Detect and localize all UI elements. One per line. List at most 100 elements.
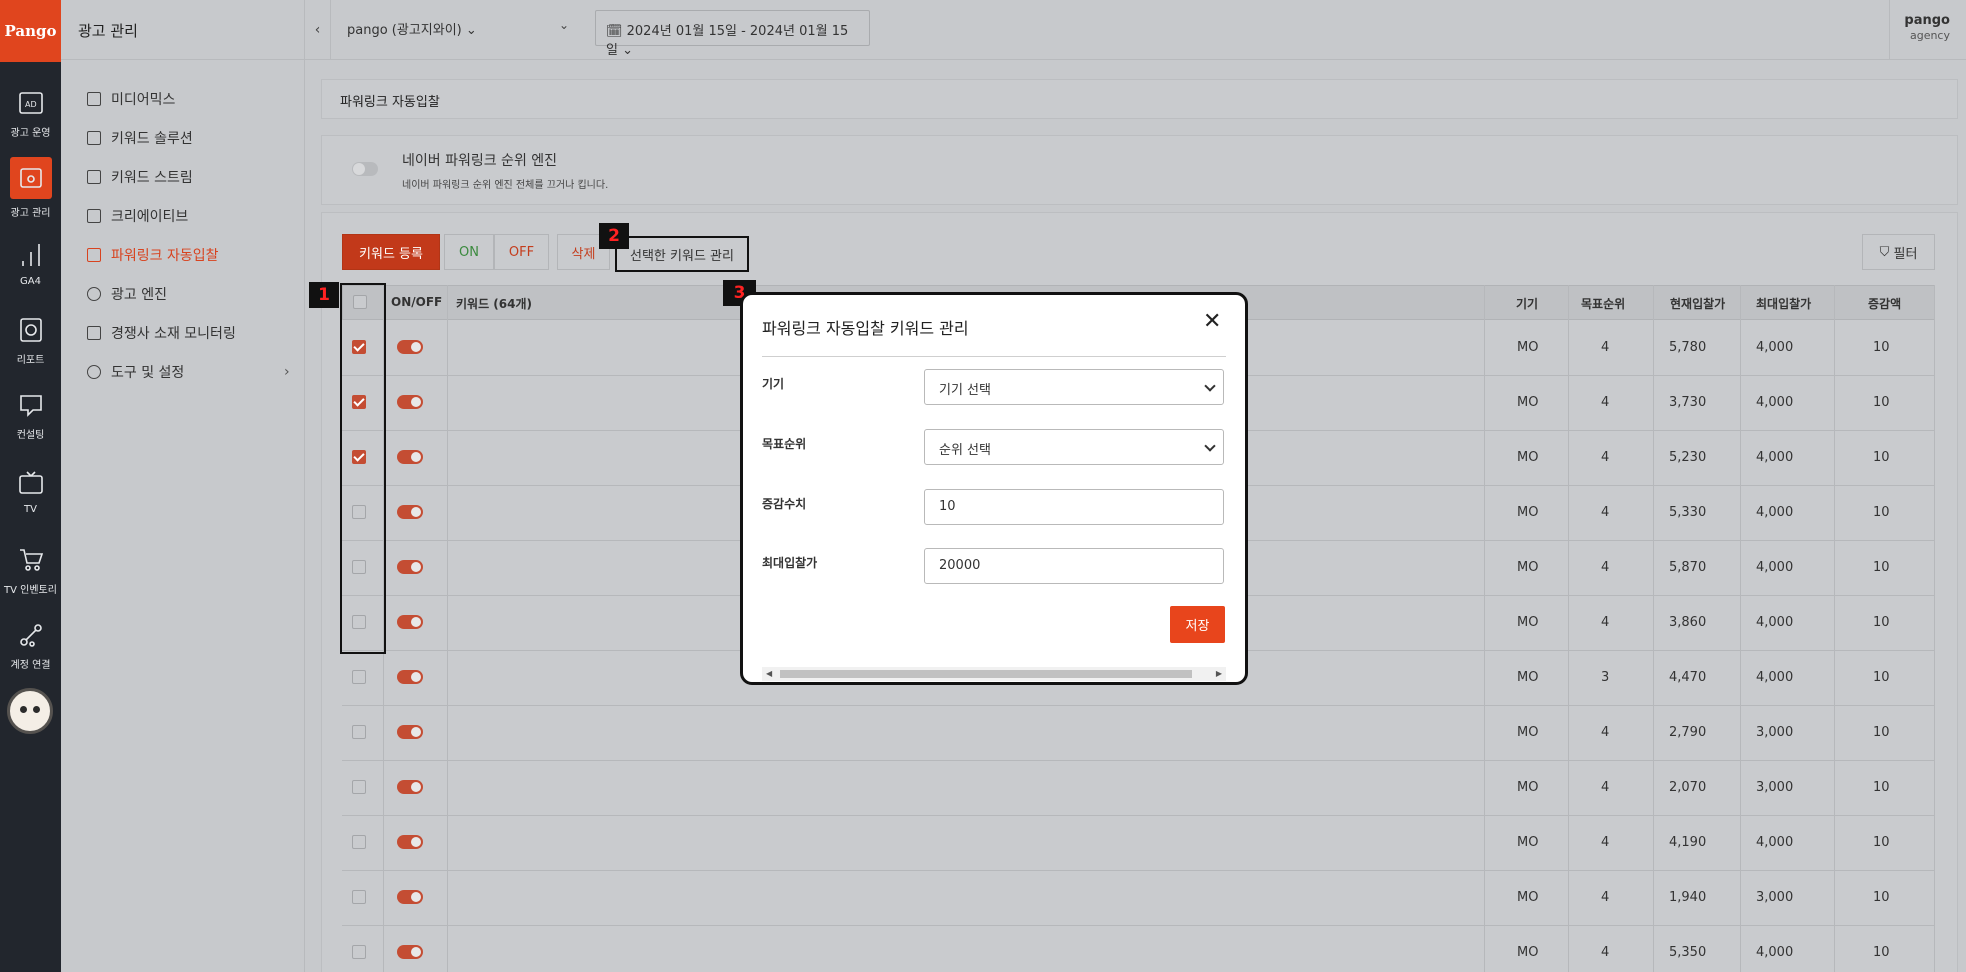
cell-increment: 10 xyxy=(1873,670,1890,685)
increment-label: 증감수치 xyxy=(762,497,807,511)
rail-item-ad-ops[interactable]: AD 광고 운영 xyxy=(0,88,61,139)
app-logo[interactable]: Pango xyxy=(0,0,61,62)
cell-device: MO xyxy=(1517,945,1539,960)
scroll-left-icon[interactable]: ◀ xyxy=(766,667,772,681)
cell-increment: 10 xyxy=(1873,450,1890,465)
rail-item-account-link[interactable]: 계정 연결 xyxy=(0,620,61,671)
rail-item-consulting[interactable]: 컨설팅 xyxy=(0,390,61,441)
rail-item-ga4[interactable]: GA4 xyxy=(0,240,61,287)
cell-max-bid: 3,000 xyxy=(1756,725,1794,740)
row-onoff-toggle[interactable] xyxy=(397,395,423,409)
cell-increment: 10 xyxy=(1873,560,1890,575)
table-row[interactable]: MO 4 4,190 4,000 10 xyxy=(342,816,1935,871)
engine-panel: 네이버 파워링크 순위 엔진 네이버 파워링크 순위 엔진 전체를 끄거나 킵니… xyxy=(321,135,1958,205)
engine-desc: 네이버 파워링크 순위 엔진 전체를 끄거나 킵니다. xyxy=(402,180,609,191)
side-item-tools-settings[interactable]: 도구 및 설정 › xyxy=(87,362,297,382)
cell-current-bid: 5,780 xyxy=(1669,340,1707,355)
table-row[interactable]: MO 4 2,790 3,000 10 xyxy=(342,706,1935,761)
row-onoff-toggle[interactable] xyxy=(397,890,423,904)
row-onoff-toggle[interactable] xyxy=(397,725,423,739)
analytics-icon xyxy=(16,240,46,270)
row-onoff-toggle[interactable] xyxy=(397,835,423,849)
chevron-down-icon[interactable]: ⌄ xyxy=(559,18,569,32)
table-row[interactable]: MO 4 5,350 4,000 10 xyxy=(342,926,1935,972)
keyword-manage-modal: 파워링크 자동입찰 키워드 관리 ✕ 기기 기기 선택 목표순위 순위 선택 증… xyxy=(740,292,1248,685)
cell-current-bid: 5,330 xyxy=(1669,505,1707,520)
date-range-picker[interactable]: 🗓 2024년 01월 15일 - 2024년 01월 15일 ⌄ xyxy=(595,10,870,58)
ad-icon: AD xyxy=(16,88,46,118)
side-item-keyword-stream[interactable]: 키워드 스트림 xyxy=(87,167,193,187)
user-avatar[interactable] xyxy=(7,688,53,734)
max-bid-label: 최대입찰가 xyxy=(762,556,818,570)
side-item-keyword-solution[interactable]: 키워드 솔루션 xyxy=(87,128,193,148)
side-item-powerlink-autobid[interactable]: 파워링크 자동입찰 xyxy=(87,245,219,265)
rail-item-tv-inventory[interactable]: TV 인벤토리 xyxy=(0,545,61,596)
cell-max-bid: 3,000 xyxy=(1756,780,1794,795)
cell-max-bid: 4,000 xyxy=(1756,945,1794,960)
row-checkbox[interactable] xyxy=(352,890,366,904)
engine-toggle[interactable] xyxy=(352,162,378,176)
ad-settings-icon xyxy=(9,157,52,199)
row-onoff-toggle[interactable] xyxy=(397,615,423,629)
calendar-icon xyxy=(87,92,101,106)
cell-increment: 10 xyxy=(1873,780,1890,795)
cell-target-rank: 4 xyxy=(1601,615,1610,630)
row-checkbox[interactable] xyxy=(352,670,366,684)
on-button[interactable]: ON xyxy=(444,234,494,270)
modal-divider xyxy=(762,356,1226,357)
manage-selected-button[interactable]: 선택한 키워드 관리 xyxy=(615,236,749,272)
keyword-search-icon xyxy=(87,131,101,145)
cell-current-bid: 5,350 xyxy=(1669,945,1707,960)
side-item-media-mix[interactable]: 미디어믹스 xyxy=(87,89,175,109)
scroll-right-icon[interactable]: ▶ xyxy=(1216,667,1222,681)
row-checkbox[interactable] xyxy=(352,835,366,849)
side-item-label: 미디어믹스 xyxy=(111,92,176,108)
side-item-ad-engine[interactable]: 광고 엔진 xyxy=(87,284,167,304)
filter-button[interactable]: ⛉ 필터 xyxy=(1862,234,1935,270)
row-onoff-toggle[interactable] xyxy=(397,340,423,354)
modal-scrollbar[interactable]: ◀ ▶ xyxy=(762,667,1226,681)
cell-current-bid: 5,230 xyxy=(1669,450,1707,465)
cell-increment: 10 xyxy=(1873,890,1890,905)
table-row[interactable]: MO 4 1,940 3,000 10 xyxy=(342,871,1935,926)
row-onoff-toggle[interactable] xyxy=(397,670,423,684)
sparkle-icon xyxy=(87,209,101,223)
rail-item-label: GA4 xyxy=(20,276,41,287)
stream-icon xyxy=(87,170,101,184)
off-button[interactable]: OFF xyxy=(494,234,549,270)
account-select[interactable]: pango (광고지와이) ⌄ xyxy=(347,19,477,38)
cell-target-rank: 4 xyxy=(1601,340,1610,355)
cell-target-rank: 4 xyxy=(1601,835,1610,850)
rank-select[interactable]: 순위 선택 xyxy=(924,429,1224,465)
side-item-competitor-monitoring[interactable]: 경쟁사 소재 모니터링 xyxy=(87,323,236,343)
device-select[interactable]: 기기 선택 xyxy=(924,369,1224,405)
register-keyword-button[interactable]: 키워드 등록 xyxy=(342,234,440,270)
row-onoff-toggle[interactable] xyxy=(397,780,423,794)
row-onoff-toggle[interactable] xyxy=(397,505,423,519)
cell-device: MO xyxy=(1517,340,1539,355)
report-icon xyxy=(16,315,46,345)
side-item-label: 경쟁사 소재 모니터링 xyxy=(111,326,236,342)
rail-item-report[interactable]: 리포트 xyxy=(0,315,61,366)
row-checkbox[interactable] xyxy=(352,945,366,959)
rail-item-label: 리포트 xyxy=(16,355,45,366)
row-onoff-toggle[interactable] xyxy=(397,560,423,574)
table-row[interactable]: MO 4 2,070 3,000 10 xyxy=(342,761,1935,816)
row-checkbox[interactable] xyxy=(352,725,366,739)
engine-title: 네이버 파워링크 순위 엔진 xyxy=(402,153,558,169)
save-button[interactable]: 저장 xyxy=(1170,606,1225,643)
side-item-creative[interactable]: 크리에이티브 xyxy=(87,206,188,226)
cell-current-bid: 1,940 xyxy=(1669,890,1707,905)
col-target-rank: 목표순위 xyxy=(1581,297,1626,311)
row-onoff-toggle[interactable] xyxy=(397,450,423,464)
rail-item-tv[interactable]: TV xyxy=(0,468,61,515)
collapse-sidebar-button[interactable]: ‹ xyxy=(305,0,331,60)
cell-target-rank: 3 xyxy=(1601,670,1610,685)
row-checkbox[interactable] xyxy=(352,780,366,794)
scrollbar-thumb[interactable] xyxy=(780,670,1192,678)
row-onoff-toggle[interactable] xyxy=(397,945,423,959)
increment-input[interactable]: 10 xyxy=(924,489,1224,525)
close-icon[interactable]: ✕ xyxy=(1203,309,1221,334)
max-bid-input[interactable]: 20000 xyxy=(924,548,1224,584)
rail-item-ad-manage[interactable]: 광고 관리 xyxy=(0,157,61,219)
